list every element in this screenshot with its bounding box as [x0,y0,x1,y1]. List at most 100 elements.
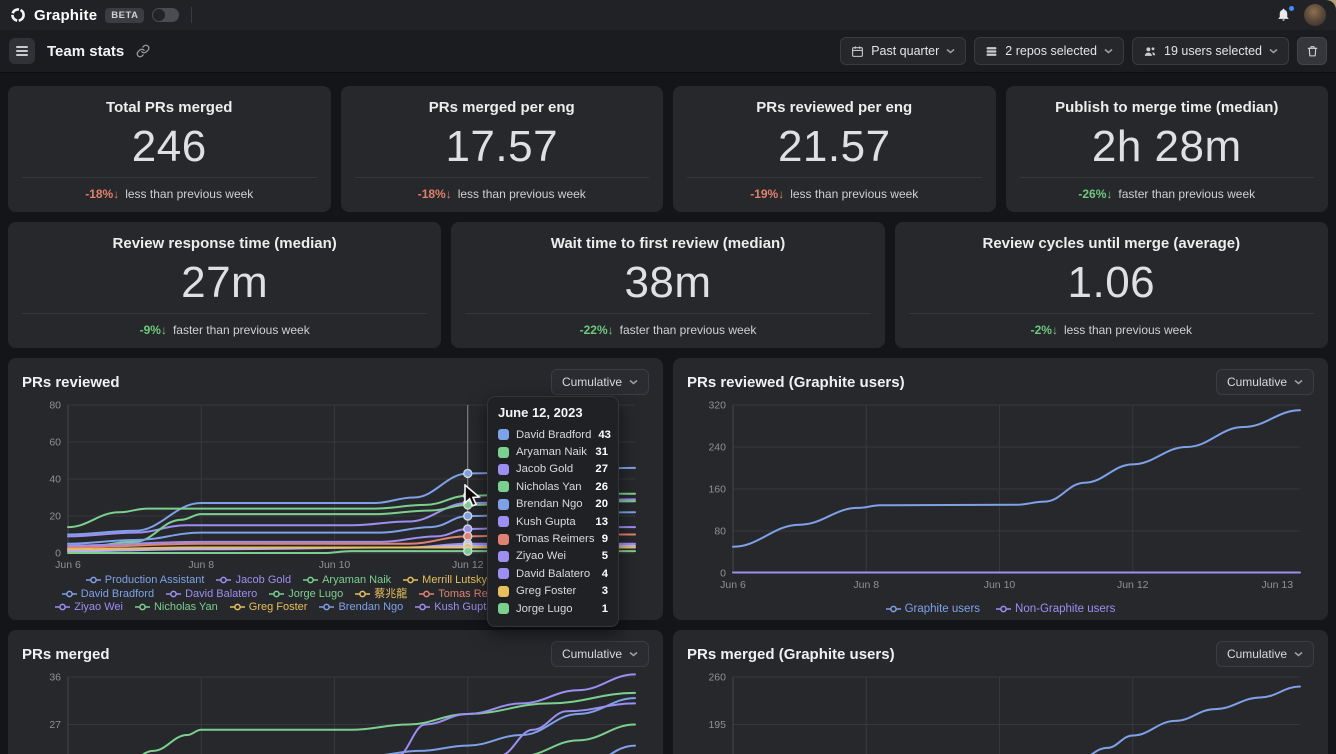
chart-tooltip: June 12, 2023 David Bradford 43 Aryaman … [487,396,619,627]
legend-marker-icon [230,603,245,611]
menu-button[interactable] [9,38,35,64]
legend-marker-icon [86,576,101,584]
brand-name: Graphite [34,7,97,24]
divider [355,177,650,178]
chart-mode-select[interactable]: Cumulative [1216,641,1314,667]
legend-item[interactable]: Greg Foster [230,601,308,614]
stat-value: 1.06 [1068,252,1156,313]
legend-item[interactable]: Non-Graphite users [996,603,1115,616]
legend-marker-icon [886,605,901,613]
tooltip-series-value: 13 [595,516,608,528]
legend-item[interactable]: David Balatero [166,588,257,601]
stat-title: Publish to merge time (median) [1055,99,1278,116]
legend-item[interactable]: Jacob Gold [216,574,291,587]
legend-item[interactable]: 蔡兆龍 [355,588,407,601]
calendar-icon [851,45,864,58]
tooltip-series-value: 3 [602,585,608,597]
legend-item[interactable]: Production Assistant [86,574,205,587]
legend-item[interactable]: Graphite users [886,603,980,616]
stat-value: 2h 28m [1092,116,1242,177]
chart-mode-select[interactable]: Cumulative [551,369,649,395]
tooltip-row: David Bradford 43 [498,426,608,443]
stat-value: 27m [181,252,268,313]
legend-marker-icon [415,603,430,611]
tooltip-date: June 12, 2023 [498,405,608,420]
stat-card-total-prs-merged: Total PRs merged 246 -18%↓ less than pre… [8,86,331,212]
notification-dot [1289,6,1294,11]
svg-text:Jun 6: Jun 6 [720,579,746,591]
legend-item[interactable]: Kush Gupta [415,601,492,614]
divider [1020,177,1315,178]
divider [22,177,317,178]
beta-toggle[interactable] [152,8,179,22]
series-color-chip [498,586,509,597]
stat-value: 246 [132,116,207,177]
series-color-chip [498,534,509,545]
stat-title: PRs reviewed per eng [756,99,912,116]
svg-text:160: 160 [708,484,726,496]
repos-filter[interactable]: 2 repos selected [974,37,1124,65]
legend-item[interactable]: Ziyao Wei [55,601,123,614]
stat-title: Wait time to first review (median) [551,235,786,252]
legend-item[interactable]: Nicholas Yan [135,601,218,614]
legend-marker-icon [319,603,334,611]
svg-text:Jun 8: Jun 8 [853,579,879,591]
legend-item[interactable]: David Bradford [62,588,154,601]
svg-text:Jun 8: Jun 8 [188,559,214,571]
chevron-down-icon [1294,379,1303,385]
topbar-divider [191,7,192,23]
stat-delta: -22%↓ faster than previous week [465,323,870,337]
legend-item[interactable]: Merrill Lutsky [403,574,487,587]
stat-title: Review response time (median) [113,235,337,252]
stat-cards-row-1: Total PRs merged 246 -18%↓ less than pre… [8,86,1328,212]
delete-dashboard-button[interactable] [1297,37,1327,65]
legend-item[interactable]: Jorge Lugo [269,588,343,601]
chevron-down-icon [946,48,955,54]
chart-mode-select[interactable]: Cumulative [1216,369,1314,395]
line-chart-prs-merged-graphite[interactable]: 195260 [687,671,1314,754]
series-color-chip [498,481,509,492]
series-color-chip [498,447,509,458]
series-color-chip [498,551,509,562]
stat-delta: -18%↓ less than previous week [22,187,317,201]
tooltip-series-name: Jacob Gold [516,463,588,475]
legend-item[interactable]: Aryaman Naik [303,574,391,587]
svg-text:0: 0 [55,548,61,560]
chart-title: PRs reviewed [22,374,120,391]
tooltip-row: Aryaman Naik 31 [498,443,608,460]
users-filter[interactable]: 19 users selected [1132,37,1289,65]
beta-badge: BETA [105,8,144,23]
svg-text:80: 80 [49,400,61,412]
legend-marker-icon [419,590,434,598]
share-link-icon[interactable] [136,44,150,58]
tooltip-series-value: 26 [595,481,608,493]
chevron-down-icon [629,651,638,657]
stat-delta: -18%↓ less than previous week [355,187,650,201]
legend-marker-icon [269,590,284,598]
chart-mode-select[interactable]: Cumulative [551,641,649,667]
divider [687,177,982,178]
divider [465,313,870,314]
legend-marker-icon [303,576,318,584]
users-icon [1143,45,1157,58]
line-chart-prs-merged[interactable]: 182736 [22,671,649,754]
notifications-bell-icon[interactable] [1276,7,1292,23]
series-color-chip [498,429,509,440]
series-color-chip [498,516,509,527]
legend-item[interactable]: Brendan Ngo [319,601,403,614]
trash-icon [1306,44,1319,58]
avatar[interactable] [1304,4,1326,26]
svg-text:80: 80 [714,526,726,538]
chevron-down-icon [1294,651,1303,657]
down-arrow-icon: ↓ [1052,323,1058,337]
stat-card-review-response-time: Review response time (median) 27m -9%↓ f… [8,222,441,348]
line-chart-prs-reviewed-graphite[interactable]: 080160240320Jun 6Jun 8Jun 10Jun 12Jun 13 [687,399,1314,591]
stat-value: 21.57 [778,116,891,177]
series-color-chip [498,499,509,510]
chevron-down-icon [1104,48,1113,54]
charts-row-1: PRs reviewed Cumulative 020406080Jun 6Ju… [8,358,1328,620]
chevron-down-icon [1269,48,1278,54]
tooltip-series-value: 43 [598,429,611,441]
date-range-filter[interactable]: Past quarter [840,37,966,65]
legend-marker-icon [62,590,77,598]
